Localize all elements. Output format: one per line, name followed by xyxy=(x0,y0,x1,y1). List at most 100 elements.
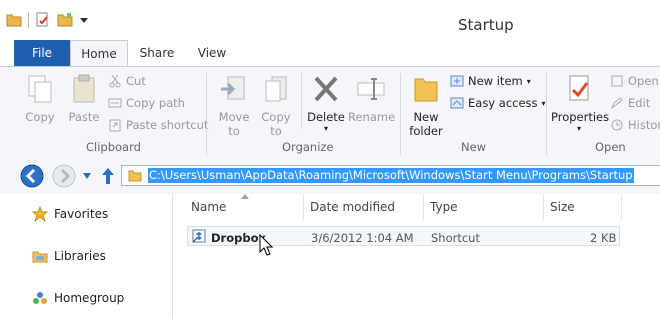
chevron-down-icon[interactable] xyxy=(79,15,89,25)
title-bar: Startup xyxy=(0,0,660,40)
paste-shortcut-button[interactable]: Paste shortcut xyxy=(108,116,208,134)
copy-to-icon xyxy=(265,76,287,102)
history-button[interactable]: History xyxy=(610,116,660,134)
column-header-size[interactable]: Size xyxy=(550,200,575,214)
file-type: Shortcut xyxy=(431,231,480,245)
edit-label: Edit xyxy=(628,96,651,110)
tab-share[interactable]: Share xyxy=(130,40,184,66)
star-icon xyxy=(32,206,48,222)
tab-view[interactable]: View xyxy=(186,40,238,66)
nav-label: Favorites xyxy=(54,207,109,221)
copy-to-label-2: to xyxy=(270,124,282,138)
open-label: Open xyxy=(628,74,659,88)
nav-item-homegroup[interactable]: Homegroup xyxy=(32,290,124,306)
nav-item-libraries[interactable]: Libraries xyxy=(32,248,106,264)
column-divider[interactable] xyxy=(303,194,304,220)
forward-button[interactable] xyxy=(52,164,76,188)
paste-icon xyxy=(73,74,95,103)
copy-path-icon xyxy=(108,98,122,108)
nav-item-favorites[interactable]: Favorites xyxy=(32,206,108,222)
library-icon xyxy=(32,251,48,263)
paste-button[interactable]: Paste xyxy=(64,73,104,124)
folder-icon xyxy=(414,78,438,102)
table-row[interactable]: Dropbox 3/6/2012 1:04 AM Shortcut 2 KB xyxy=(187,226,620,246)
file-name[interactable]: Dropbox xyxy=(211,231,266,245)
open-icon xyxy=(611,75,623,87)
open-group-label: Open xyxy=(595,140,626,154)
edit-button[interactable]: Edit xyxy=(610,94,650,112)
new-item-label: New item xyxy=(468,74,523,88)
homegroup-icon xyxy=(33,292,47,304)
file-size: 2 KB xyxy=(590,231,617,245)
paste-shortcut-icon xyxy=(109,119,121,132)
group-divider xyxy=(546,73,547,155)
address-field[interactable]: C:\Users\Usman\AppData\Roaming\Microsoft… xyxy=(121,165,660,186)
new-folder-label-2: folder xyxy=(409,124,443,138)
delete-dropdown-icon[interactable]: ▾ xyxy=(306,124,346,133)
copy-to-button[interactable]: Copy to xyxy=(256,73,296,138)
folder-icon xyxy=(128,170,142,182)
properties-icon[interactable] xyxy=(35,12,51,28)
new-group-label: New xyxy=(461,140,487,154)
easy-access-label: Easy access xyxy=(468,96,538,110)
cut-label: Cut xyxy=(126,74,146,88)
move-to-label-2: to xyxy=(228,124,240,138)
tab-file[interactable]: File xyxy=(14,40,70,66)
tab-home[interactable]: Home xyxy=(70,40,128,67)
easy-access-button[interactable]: Easy access ▾ xyxy=(450,94,546,112)
delete-icon xyxy=(314,76,338,102)
history-label: History xyxy=(628,118,660,132)
paste-shortcut-label: Paste shortcut xyxy=(126,118,209,132)
cut-button[interactable]: Cut xyxy=(108,72,146,90)
new-folder-label: New xyxy=(413,110,439,124)
up-arrow-icon[interactable] xyxy=(100,166,116,186)
properties-dropdown-icon[interactable]: ▾ xyxy=(551,124,607,133)
rename-label: Rename xyxy=(348,110,396,124)
history-icon xyxy=(611,119,623,131)
move-to-icon xyxy=(221,76,245,100)
toolbar-divider xyxy=(28,12,29,28)
back-button[interactable] xyxy=(20,164,44,188)
properties-icon xyxy=(569,75,589,101)
mouse-cursor-icon xyxy=(259,234,273,256)
group-divider xyxy=(301,73,302,129)
navigation-pane: Favorites Libraries Homegroup xyxy=(0,194,173,319)
copy-label: Copy xyxy=(25,110,55,124)
new-item-icon xyxy=(450,75,464,87)
move-to-label: Move xyxy=(218,110,250,124)
chevron-down-icon: ▾ xyxy=(526,76,531,86)
copy-path-button[interactable]: Copy path xyxy=(108,94,185,112)
column-divider[interactable] xyxy=(543,194,544,220)
file-list: Name Date modified Type Size Dropbox 3/6… xyxy=(173,194,660,319)
easy-access-icon xyxy=(450,97,464,109)
column-header-type[interactable]: Type xyxy=(430,200,458,214)
copy-to-label: Copy xyxy=(261,110,291,124)
new-folder-icon[interactable] xyxy=(57,12,73,28)
delete-button[interactable]: Delete ▾ xyxy=(306,73,346,133)
rename-button[interactable]: Rename xyxy=(348,73,396,124)
group-divider xyxy=(400,73,401,155)
column-divider[interactable] xyxy=(423,194,424,220)
column-header-name[interactable]: Name xyxy=(191,200,226,214)
column-header-date[interactable]: Date modified xyxy=(310,200,395,214)
folder-icon[interactable] xyxy=(6,12,22,28)
recent-locations-icon[interactable] xyxy=(82,172,92,180)
copy-path-label: Copy path xyxy=(126,96,185,110)
organize-group-label: Organize xyxy=(282,140,334,154)
nav-label: Libraries xyxy=(54,249,106,263)
new-folder-button[interactable]: New folder xyxy=(405,73,447,138)
properties-label: Properties xyxy=(551,110,610,124)
copy-button[interactable]: Copy xyxy=(20,73,60,124)
move-to-button[interactable]: Move to xyxy=(214,73,254,138)
group-divider xyxy=(206,73,207,155)
properties-button[interactable]: Properties ▾ xyxy=(551,73,610,133)
address-path[interactable]: C:\Users\Usman\AppData\Roaming\Microsoft… xyxy=(148,168,634,183)
column-divider[interactable] xyxy=(621,194,622,220)
clipboard-group-label: Clipboard xyxy=(86,140,141,154)
new-item-button[interactable]: New item ▾ xyxy=(450,72,531,90)
nav-label: Homegroup xyxy=(54,291,125,305)
quick-access-toolbar xyxy=(6,12,89,28)
ribbon-tabs: File Home Share View xyxy=(0,40,660,67)
open-button[interactable]: Open xyxy=(610,72,659,90)
dropbox-shortcut-icon xyxy=(192,229,206,243)
